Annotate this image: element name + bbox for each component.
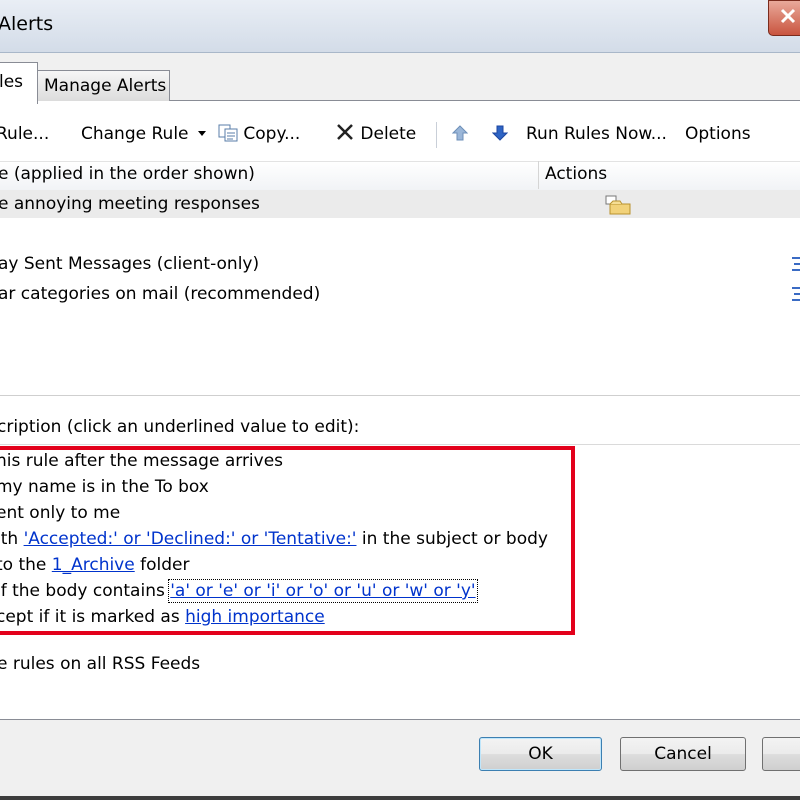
divider bbox=[0, 444, 800, 445]
rule-label: ay Sent Messages (client-only) bbox=[0, 254, 260, 274]
tab-manage-alerts[interactable]: Manage Alerts bbox=[37, 70, 170, 101]
rules-list-header: e (applied in the order shown) Actions bbox=[0, 161, 800, 191]
dropdown-arrow-icon bbox=[197, 131, 206, 136]
delete-button[interactable]: Delete bbox=[335, 121, 416, 147]
rule-row[interactable]: ar categories on mail (recommended) bbox=[0, 280, 800, 308]
move-up-button[interactable] bbox=[451, 121, 469, 147]
column-header-rule[interactable]: e (applied in the order shown) bbox=[0, 164, 255, 184]
delete-label: Delete bbox=[360, 124, 417, 144]
change-rule-button[interactable]: Change Rule bbox=[81, 121, 207, 147]
rule-label: ar categories on mail (recommended) bbox=[0, 284, 321, 304]
arrow-up-icon bbox=[451, 125, 469, 141]
change-rule-label: Change Rule bbox=[81, 124, 189, 144]
toolbar-separator bbox=[436, 122, 437, 148]
apply-button[interactable] bbox=[762, 737, 800, 771]
arrow-down-icon bbox=[491, 125, 509, 141]
rule-description-header: cription (click an underlined value to e… bbox=[0, 417, 360, 437]
title-bar bbox=[0, 0, 800, 53]
cancel-button[interactable]: Cancel bbox=[620, 737, 746, 771]
new-rule-label: Rule... bbox=[0, 124, 50, 144]
rule-row[interactable]: ay Sent Messages (client-only) bbox=[0, 250, 800, 278]
column-header-actions[interactable]: Actions bbox=[545, 164, 607, 184]
red-highlight-box bbox=[0, 446, 575, 635]
close-button[interactable] bbox=[768, 0, 800, 36]
tab-label: les bbox=[0, 72, 24, 92]
move-to-folder-icon bbox=[605, 195, 631, 215]
new-rule-button[interactable]: Rule... bbox=[0, 121, 49, 147]
tab-label: Manage Alerts bbox=[44, 76, 167, 96]
column-divider bbox=[538, 161, 539, 189]
run-rules-now-button[interactable]: Run Rules Now... bbox=[526, 121, 667, 147]
options-button[interactable]: Options bbox=[685, 121, 751, 147]
rss-feeds-option-label[interactable]: e rules on all RSS Feeds bbox=[0, 654, 200, 674]
close-icon bbox=[780, 8, 796, 24]
copy-button[interactable]: Copy... bbox=[218, 121, 300, 147]
window-bottom-border bbox=[0, 796, 800, 800]
run-rules-now-label: Run Rules Now... bbox=[526, 124, 667, 144]
tab-email-rules[interactable]: les bbox=[0, 62, 38, 104]
delete-x-icon bbox=[337, 124, 353, 140]
move-down-button[interactable] bbox=[491, 121, 509, 147]
copy-icon bbox=[218, 124, 238, 142]
rule-label: e annoying meeting responses bbox=[0, 194, 260, 214]
window-title: Alerts bbox=[0, 13, 54, 35]
ok-button[interactable]: OK bbox=[479, 737, 602, 771]
copy-label: Copy... bbox=[243, 124, 301, 144]
options-label: Options bbox=[685, 124, 751, 144]
rule-action-icon bbox=[792, 287, 800, 301]
rule-action-icon bbox=[792, 257, 800, 271]
rule-row[interactable]: e annoying meeting responses bbox=[0, 190, 800, 218]
